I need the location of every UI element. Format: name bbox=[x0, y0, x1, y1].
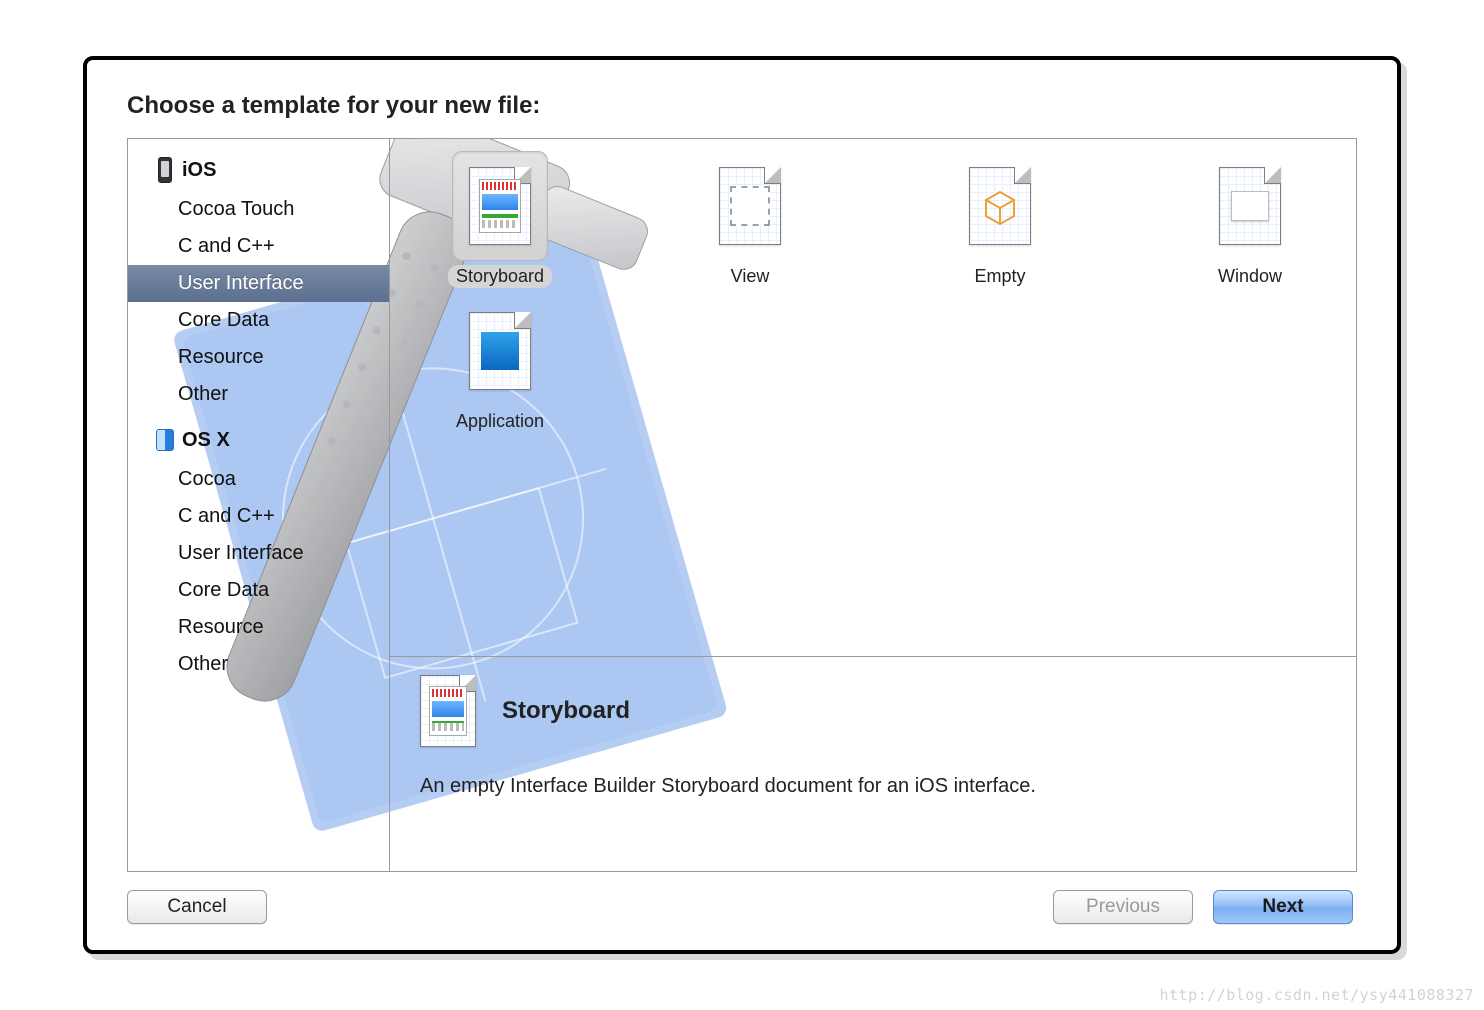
category-group-header-ios: iOS bbox=[128, 149, 389, 191]
application-icon bbox=[469, 312, 531, 390]
template-label: Storyboard bbox=[448, 265, 552, 288]
template-view[interactable]: View bbox=[685, 151, 815, 288]
template-main: Storyboard View bbox=[390, 139, 1356, 871]
new-file-template-dialog: Choose a template for your new file: bbox=[83, 56, 1401, 954]
category-item-core-data-osx[interactable]: Core Data bbox=[128, 572, 389, 609]
view-icon bbox=[719, 167, 781, 245]
dialog-heading: Choose a template for your new file: bbox=[87, 60, 1397, 138]
category-item-c-and-cpp-osx[interactable]: C and C++ bbox=[128, 498, 389, 535]
category-item-other-osx[interactable]: Other bbox=[128, 646, 389, 683]
category-item-other[interactable]: Other bbox=[128, 376, 389, 413]
next-button[interactable]: Next bbox=[1213, 890, 1353, 924]
template-empty[interactable]: Empty bbox=[935, 151, 1065, 288]
template-grid: Storyboard View bbox=[390, 139, 1356, 656]
previous-button[interactable]: Previous bbox=[1053, 890, 1193, 924]
window-icon bbox=[1219, 167, 1281, 245]
watermark-text: http://blog.csdn.net/ysy441088327 bbox=[1159, 986, 1474, 1004]
empty-icon bbox=[969, 167, 1031, 245]
category-item-resource-osx[interactable]: Resource bbox=[128, 609, 389, 646]
category-item-user-interface[interactable]: User Interface bbox=[128, 265, 389, 302]
template-label: Window bbox=[1210, 265, 1290, 288]
finder-icon bbox=[156, 425, 174, 455]
category-group-label: iOS bbox=[182, 159, 216, 182]
category-item-user-interface-osx[interactable]: User Interface bbox=[128, 535, 389, 572]
template-label: View bbox=[723, 265, 778, 288]
template-detail: Storyboard An empty Interface Builder St… bbox=[390, 656, 1356, 871]
category-item-c-and-cpp[interactable]: C and C++ bbox=[128, 228, 389, 265]
category-item-cocoa-touch[interactable]: Cocoa Touch bbox=[128, 191, 389, 228]
content-panel: iOS Cocoa Touch C and C++ User Interface… bbox=[127, 138, 1357, 872]
template-window[interactable]: Window bbox=[1185, 151, 1315, 288]
dialog-footer: Cancel Previous Next bbox=[87, 872, 1397, 950]
detail-description: An empty Interface Builder Storyboard do… bbox=[420, 775, 1326, 798]
category-group-header-osx: OS X bbox=[128, 419, 389, 461]
template-label: Empty bbox=[966, 265, 1033, 288]
category-item-cocoa[interactable]: Cocoa bbox=[128, 461, 389, 498]
category-group-ios: iOS Cocoa Touch C and C++ User Interface… bbox=[128, 149, 389, 413]
template-storyboard[interactable]: Storyboard bbox=[435, 151, 565, 288]
storyboard-icon bbox=[469, 167, 531, 245]
detail-title: Storyboard bbox=[502, 697, 630, 725]
template-label: Application bbox=[448, 410, 552, 433]
category-group-label: OS X bbox=[182, 429, 230, 452]
iphone-icon bbox=[156, 155, 174, 185]
category-sidebar: iOS Cocoa Touch C and C++ User Interface… bbox=[128, 139, 390, 871]
template-application[interactable]: Application bbox=[435, 296, 565, 433]
category-group-osx: OS X Cocoa C and C++ User Interface Core… bbox=[128, 419, 389, 683]
category-item-resource[interactable]: Resource bbox=[128, 339, 389, 376]
storyboard-icon bbox=[420, 675, 476, 747]
cancel-button[interactable]: Cancel bbox=[127, 890, 267, 924]
category-item-core-data[interactable]: Core Data bbox=[128, 302, 389, 339]
